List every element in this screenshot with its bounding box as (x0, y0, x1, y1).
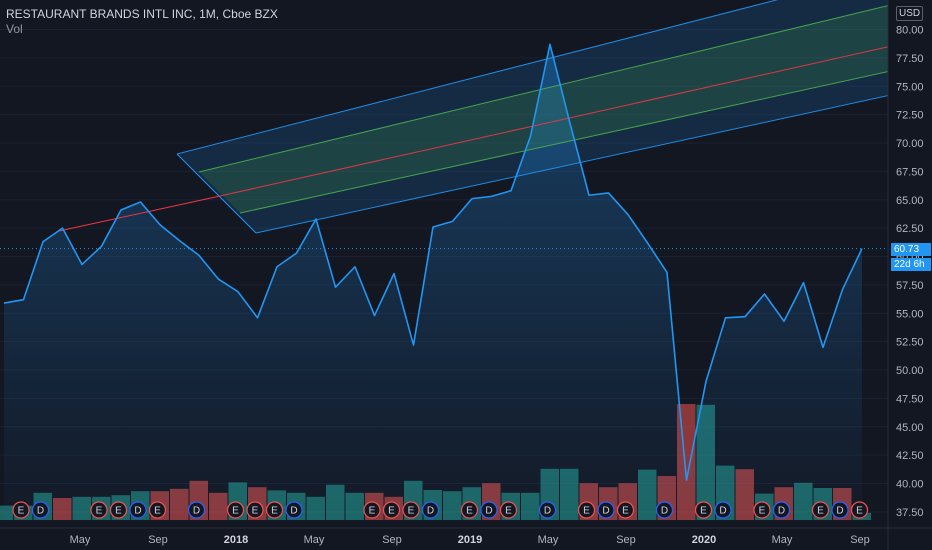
y-tick-label: 57.50 (896, 280, 924, 292)
dividend-marker: D (714, 501, 732, 519)
dividend-marker: D (187, 501, 206, 519)
y-tick-label: 52.50 (896, 337, 924, 349)
dividend-marker: D (129, 501, 147, 519)
event-label: D (719, 506, 726, 517)
y-tick-label: 70.00 (896, 138, 924, 150)
event-label: D (134, 506, 141, 517)
event-label: D (544, 506, 551, 517)
y-tick-label: 77.50 (896, 53, 924, 65)
earnings-marker: E (90, 501, 108, 519)
earnings-marker: E (850, 501, 869, 519)
y-tick-label: 50.00 (896, 365, 924, 377)
y-tick-label: 47.50 (896, 393, 924, 405)
event-label: D (37, 506, 44, 517)
x-tick-label: 2019 (458, 534, 482, 546)
dividend-marker: D (480, 501, 498, 519)
event-label: D (193, 506, 200, 517)
earnings-marker: E (694, 501, 713, 519)
dividend-marker: D (538, 501, 557, 519)
event-label: E (154, 506, 161, 517)
event-label: D (836, 506, 843, 517)
event-label: D (290, 506, 297, 517)
dividend-marker: D (597, 501, 615, 519)
y-tick-label: 37.50 (896, 507, 924, 519)
currency-badge[interactable]: USD (896, 6, 924, 21)
x-tick-label: May (304, 534, 325, 546)
price-chart[interactable]: E D E E D E D E E E D E E E D E D E D E D E D E D E D E D E 37.50 40.00… (0, 0, 932, 550)
x-tick-label: Sep (382, 534, 402, 546)
event-label: E (96, 506, 103, 517)
x-tick-label: May (538, 534, 559, 546)
y-tick-label: 65.00 (896, 195, 924, 207)
event-label: E (505, 506, 512, 517)
earnings-marker: E (148, 501, 167, 519)
event-label: E (817, 506, 824, 517)
event-label: D (427, 506, 434, 517)
event-label: E (115, 506, 122, 517)
y-tick-label: 40.00 (896, 479, 924, 491)
chart-title: RESTAURANT BRANDS INTL INC, 1M, Cboe BZX (6, 7, 278, 21)
event-label: E (466, 506, 473, 517)
event-label: E (232, 506, 239, 517)
y-tick-label: 45.00 (896, 422, 924, 434)
y-tick-label: 75.00 (896, 81, 924, 93)
earnings-marker: E (577, 501, 596, 519)
event-label: E (622, 506, 629, 517)
event-label: E (700, 506, 707, 517)
event-label: E (369, 506, 376, 517)
y-tick-label: 42.50 (896, 450, 924, 462)
earnings-marker: E (616, 501, 635, 519)
volume-label: Vol (6, 22, 23, 36)
x-tick-label: May (70, 534, 91, 546)
dividend-marker: D (831, 501, 849, 519)
earnings-marker: E (753, 501, 771, 519)
event-label: E (388, 506, 395, 517)
dividend-marker: D (421, 501, 440, 519)
event-label: D (602, 506, 609, 517)
event-label: E (759, 506, 766, 517)
earnings-marker: E (460, 501, 479, 519)
event-label: E (18, 506, 25, 517)
x-tick-label: May (772, 534, 793, 546)
last-price-tag: 60.73 (891, 243, 931, 256)
x-tick-label: 2018 (224, 534, 248, 546)
y-tick-label: 55.00 (896, 308, 924, 320)
dividend-marker: D (31, 501, 50, 519)
event-label: E (271, 506, 278, 517)
earnings-marker: E (811, 501, 830, 519)
event-label: D (485, 506, 492, 517)
event-label: E (252, 506, 259, 517)
earnings-marker: E (363, 501, 381, 519)
y-tick-label: 72.50 (896, 110, 924, 122)
event-label: D (778, 506, 785, 517)
event-label: E (583, 506, 590, 517)
y-tick-label: 80.00 (896, 25, 924, 37)
earnings-marker: E (246, 501, 264, 519)
x-tick-label: Sep (148, 534, 168, 546)
x-tick-label: 2020 (692, 534, 716, 546)
y-tick-label: 67.50 (896, 166, 924, 178)
x-tick-label: Sep (616, 534, 636, 546)
event-label: E (408, 506, 415, 517)
event-label: D (661, 506, 668, 517)
earnings-marker: E (109, 501, 128, 519)
dividend-marker: D (655, 501, 674, 519)
event-label: E (856, 506, 863, 517)
dividend-marker: D (772, 501, 791, 519)
earnings-marker: E (12, 501, 30, 519)
earnings-marker: E (499, 501, 518, 519)
x-tick-label: Sep (850, 534, 870, 546)
earnings-marker: E (265, 501, 284, 519)
y-tick-label: 62.50 (896, 223, 924, 235)
countdown-tag: 22d 6h (891, 258, 931, 271)
dividend-marker: D (285, 501, 303, 519)
earnings-marker: E (226, 501, 245, 519)
earnings-marker: E (402, 501, 420, 519)
earnings-marker: E (382, 501, 401, 519)
